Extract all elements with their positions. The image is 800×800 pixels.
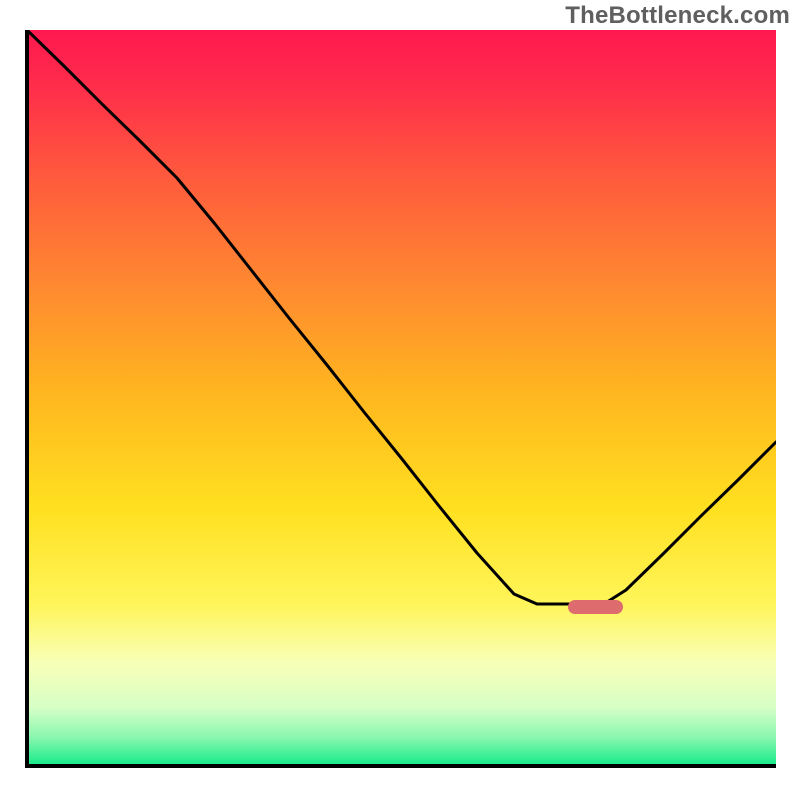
watermark-text: TheBottleneck.com [565, 2, 790, 30]
bottleneck-chart [0, 0, 800, 800]
chart-stage: TheBottleneck.com [0, 0, 800, 800]
optimal-range-marker [568, 600, 623, 614]
